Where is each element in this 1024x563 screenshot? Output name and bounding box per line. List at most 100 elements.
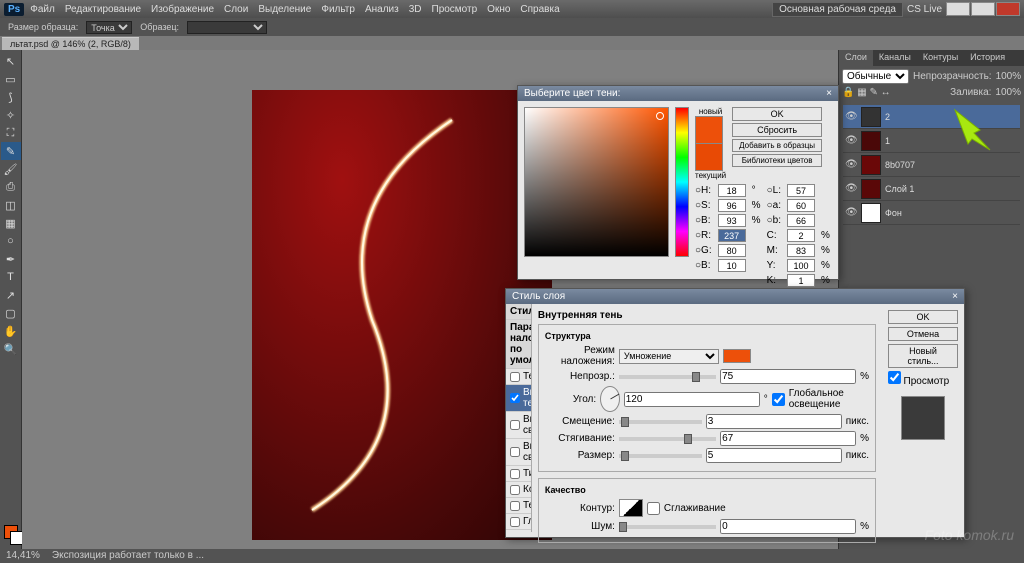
h-input[interactable] <box>718 184 746 197</box>
tab-channels[interactable]: Каналы <box>873 50 917 66</box>
layerstyle-ok-button[interactable]: OK <box>888 310 958 324</box>
sample-size-select[interactable]: Точка <box>86 21 132 34</box>
color-field[interactable] <box>524 107 669 257</box>
visibility-icon[interactable]: 👁 <box>845 135 857 147</box>
pen-tool[interactable]: ✒ <box>1 250 21 268</box>
a-input[interactable] <box>787 199 815 212</box>
sample-select[interactable] <box>187 21 267 34</box>
m-input[interactable] <box>787 244 815 257</box>
hue-slider[interactable] <box>675 107 689 257</box>
angle-dial[interactable] <box>600 386 620 412</box>
bv-input[interactable] <box>718 259 746 272</box>
type-tool[interactable]: T <box>1 268 21 286</box>
shape-tool[interactable]: ▢ <box>1 304 21 322</box>
blend-mode-select[interactable]: Обычные <box>842 69 909 84</box>
eraser-tool[interactable]: ◫ <box>1 196 21 214</box>
style-checkbox[interactable] <box>510 372 520 382</box>
shadow-color[interactable] <box>723 349 751 363</box>
blur-tool[interactable]: ○ <box>1 232 21 250</box>
lasso-tool[interactable]: ⟆ <box>1 88 21 106</box>
tab-history[interactable]: История <box>964 50 1011 66</box>
path-tool[interactable]: ↗ <box>1 286 21 304</box>
visibility-icon[interactable]: 👁 <box>845 159 857 171</box>
visibility-icon[interactable]: 👁 <box>845 183 857 195</box>
r-input[interactable] <box>718 229 746 242</box>
k-input[interactable] <box>787 274 815 287</box>
antialias-checkbox[interactable] <box>647 502 660 515</box>
opacity-value[interactable]: 100% <box>996 71 1022 82</box>
tab-layers[interactable]: Слои <box>839 50 873 66</box>
distance-input[interactable] <box>706 414 842 429</box>
l-input[interactable] <box>787 184 815 197</box>
opacity-slider[interactable] <box>619 375 716 379</box>
tab-paths[interactable]: Контуры <box>917 50 964 66</box>
style-item[interactable]: Внешнее свечение <box>506 412 531 439</box>
minimize-button[interactable] <box>946 2 970 16</box>
stamp-tool[interactable]: ⎙ <box>1 178 21 196</box>
workspace-switcher[interactable]: Основная рабочая среда <box>772 2 903 17</box>
menu-3d[interactable]: 3D <box>409 4 422 15</box>
style-checkbox[interactable] <box>510 501 520 511</box>
style-item[interactable]: Стили <box>506 304 531 320</box>
distance-slider[interactable] <box>619 420 702 424</box>
colorpicker-ok-button[interactable]: OK <box>732 107 822 121</box>
contour-picker[interactable] <box>619 499 643 517</box>
style-item[interactable]: Наложение цвета <box>506 530 531 532</box>
style-item[interactable]: Внутренняя тень <box>506 385 531 412</box>
layer-name[interactable]: 1 <box>885 136 890 146</box>
style-checkbox[interactable] <box>510 447 520 457</box>
blend-mode[interactable]: Умножение <box>619 349 719 364</box>
menu-window[interactable]: Окно <box>487 4 510 15</box>
style-item[interactable]: Текстура <box>506 498 531 514</box>
layer-row[interactable]: 👁Слой 1 <box>843 177 1020 201</box>
b-input[interactable] <box>718 214 746 227</box>
layerstyle-close-icon[interactable]: × <box>952 291 958 302</box>
layer-name[interactable]: 8b0707 <box>885 160 915 170</box>
menu-filter[interactable]: Фильтр <box>321 4 355 15</box>
maximize-button[interactable] <box>971 2 995 16</box>
layerstyle-cancel-button[interactable]: Отмена <box>888 327 958 341</box>
wand-tool[interactable]: ✧ <box>1 106 21 124</box>
brush-tool[interactable]: 🖌 <box>1 160 21 178</box>
style-checkbox[interactable] <box>510 485 520 495</box>
gradient-tool[interactable]: ▦ <box>1 214 21 232</box>
menu-file[interactable]: Файл <box>30 4 55 15</box>
style-item[interactable]: Параметры наложения: по умолчанию <box>506 320 531 369</box>
menu-layers[interactable]: Слои <box>224 4 248 15</box>
new-style-button[interactable]: Новый стиль... <box>888 344 958 368</box>
menu-view[interactable]: Просмотр <box>432 4 478 15</box>
menu-select[interactable]: Выделение <box>258 4 311 15</box>
global-light-checkbox[interactable] <box>772 393 785 406</box>
style-checkbox[interactable] <box>510 420 520 430</box>
move-tool[interactable]: ↖ <box>1 52 21 70</box>
style-item[interactable]: Глянец <box>506 514 531 530</box>
colorpicker-close-icon[interactable]: × <box>826 88 832 99</box>
visibility-icon[interactable]: 👁 <box>845 207 857 219</box>
preview-checkbox[interactable]: Просмотр <box>888 371 958 387</box>
zoom-level[interactable]: 14,41% <box>6 550 40 562</box>
style-item[interactable]: Тиснение <box>506 466 531 482</box>
s-input[interactable] <box>718 199 746 212</box>
menu-edit[interactable]: Редактирование <box>65 4 141 15</box>
lock-icons[interactable]: 🔒 ▦ ✎ ↔ <box>842 87 891 98</box>
layer-row[interactable]: 👁Фон <box>843 201 1020 225</box>
menu-image[interactable]: Изображение <box>151 4 214 15</box>
colorpicker-cancel-button[interactable]: Сбросить <box>732 123 822 137</box>
hand-tool[interactable]: ✋ <box>1 322 21 340</box>
fill-value[interactable]: 100% <box>995 87 1021 98</box>
style-item[interactable]: Тень <box>506 369 531 385</box>
noise-slider[interactable] <box>619 525 716 529</box>
crop-tool[interactable]: ⛶ <box>1 124 21 142</box>
eyedropper-tool[interactable]: ✎ <box>1 142 21 160</box>
menu-help[interactable]: Справка <box>520 4 559 15</box>
add-swatch-button[interactable]: Добавить в образцы <box>732 139 822 152</box>
style-item[interactable]: Контур <box>506 482 531 498</box>
close-button[interactable] <box>996 2 1020 16</box>
angle-input[interactable] <box>624 392 760 407</box>
menu-analysis[interactable]: Анализ <box>365 4 399 15</box>
style-checkbox[interactable] <box>510 517 520 527</box>
y-input[interactable] <box>787 259 815 272</box>
zoom-tool[interactable]: 🔍 <box>1 340 21 358</box>
layer-row[interactable]: 👁 8b0707 <box>843 153 1020 177</box>
choke-input[interactable] <box>720 431 856 446</box>
